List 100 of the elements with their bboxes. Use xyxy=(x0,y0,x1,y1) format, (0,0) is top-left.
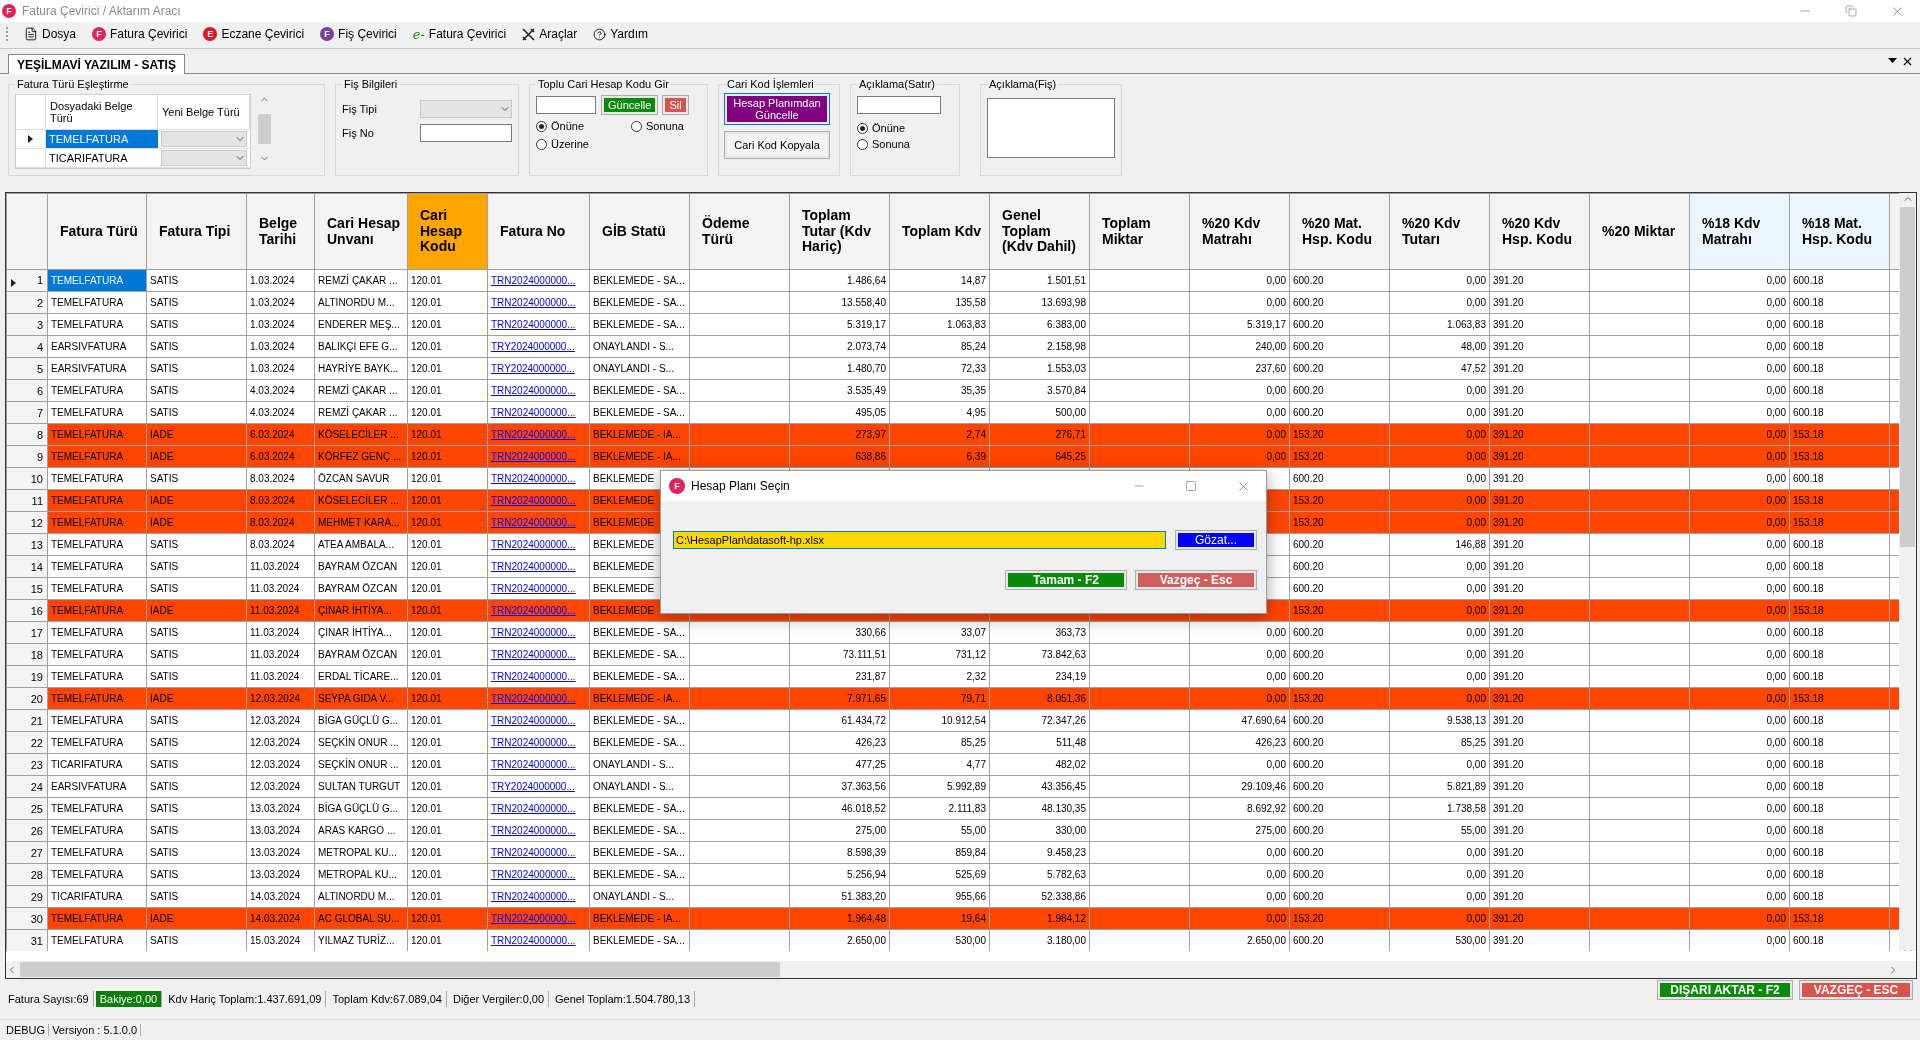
row-header[interactable]: 3 xyxy=(6,313,48,336)
row-number: 24 xyxy=(30,780,43,793)
cancel-button[interactable]: VAZGEÇ - ESC xyxy=(1800,981,1912,999)
delete-button[interactable]: Sil xyxy=(663,96,688,115)
row-header[interactable]: 6 xyxy=(6,379,48,402)
column-header[interactable]: %18 Kdv Matrahı xyxy=(1689,193,1790,270)
text-area[interactable] xyxy=(987,98,1115,158)
column-header[interactable]: Toplam Miktar xyxy=(1089,193,1190,270)
update-button[interactable]: Güncelle xyxy=(602,96,658,115)
row-header[interactable]: 20 xyxy=(6,687,48,710)
table-cell[interactable]: TEMELFATURA xyxy=(46,130,158,149)
row-header[interactable]: 21 xyxy=(6,709,48,732)
ok-button[interactable]: Tamam - F2 xyxy=(1006,571,1126,589)
update-from-plan-button[interactable]: Hesap Planımdan Güncelle xyxy=(725,94,829,125)
menu-item[interactable]: F Fatura Çevirici xyxy=(86,23,194,45)
column-header[interactable]: Fatura No xyxy=(487,193,590,270)
row-header[interactable]: 24 xyxy=(6,775,48,798)
column-header[interactable]: %20 Mat. Hsp. Kodu xyxy=(1289,193,1390,270)
column-header[interactable]: Ödeme Türü xyxy=(689,193,790,270)
radio-button[interactable] xyxy=(857,138,868,150)
row-header[interactable]: 19 xyxy=(6,665,48,688)
menu-item[interactable]: Yardım xyxy=(587,23,654,45)
letter-badge-icon: E xyxy=(203,27,218,41)
row-header[interactable]: 10 xyxy=(6,467,48,490)
row-header[interactable]: 31 xyxy=(6,929,48,951)
menu-item[interactable]: F Fiş Çevirici xyxy=(314,23,403,45)
dropdown-field[interactable] xyxy=(161,131,247,147)
radio-button[interactable] xyxy=(536,138,547,150)
horizontal-scrollbar[interactable] xyxy=(6,961,1916,978)
radio-button[interactable] xyxy=(631,120,642,132)
menu-item[interactable]: Dosya xyxy=(18,23,82,45)
document-tab[interactable]: YEŞİLMAVİ YAZILIM - SATIŞ xyxy=(8,54,185,74)
radio-button[interactable] xyxy=(857,122,868,134)
vertical-scrollbar[interactable] xyxy=(1899,193,1916,951)
menu-item[interactable]: E Eczane Çevirici xyxy=(197,23,311,45)
row-header[interactable]: 16 xyxy=(6,599,48,622)
column-header[interactable]: GİB Statü xyxy=(589,193,690,270)
row-header[interactable]: 8 xyxy=(6,423,48,446)
column-header[interactable]: %20 Kdv Matrahı xyxy=(1189,193,1290,270)
column-header[interactable]: Cari Hesap Unvanı xyxy=(314,193,408,270)
export-button[interactable]: DIŞARI AKTAR - F2 xyxy=(1658,981,1792,999)
input-field[interactable] xyxy=(857,96,941,114)
column-header[interactable]: Cari Hesap Kodu xyxy=(407,193,488,270)
help-icon xyxy=(593,27,607,41)
row-header[interactable]: 7 xyxy=(6,401,48,424)
corner-cell xyxy=(16,95,46,130)
file-path-field[interactable]: C:\HesapPlan\datasoft-hp.xlsx xyxy=(673,531,1166,549)
input-field[interactable] xyxy=(420,124,512,142)
row-header[interactable]: 17 xyxy=(6,621,48,644)
menu-item[interactable]: e- Fatura Çevirici xyxy=(406,23,513,45)
row-header[interactable]: 13 xyxy=(6,533,48,556)
radio-label: Sonuna xyxy=(646,120,684,133)
column-header[interactable]: Belge Tarihi xyxy=(246,193,315,270)
row-header[interactable]: 4 xyxy=(6,335,48,358)
browse-button[interactable]: Gözat... xyxy=(1176,531,1256,549)
dropdown-field[interactable] xyxy=(161,150,247,166)
column-header[interactable]: Fatura Tipi xyxy=(146,193,247,270)
row-number: 25 xyxy=(30,802,43,815)
column-header[interactable]: %20 Kdv Tutarı xyxy=(1389,193,1490,270)
row-number: 27 xyxy=(30,846,43,859)
row-header[interactable]: 11 xyxy=(6,489,48,512)
dropdown-icon[interactable] xyxy=(1888,58,1897,64)
row-header[interactable]: 12 xyxy=(6,511,48,534)
row-number: 21 xyxy=(30,714,43,727)
row-header[interactable]: 25 xyxy=(6,797,48,820)
dropdown-field[interactable] xyxy=(420,100,512,118)
row-header[interactable]: 27 xyxy=(6,841,48,864)
field-label: Fiş No xyxy=(342,127,375,139)
radio-label: Sonuna xyxy=(872,138,910,150)
column-header[interactable]: Fatura Türü xyxy=(47,193,147,270)
column-header[interactable]: Toplam Tutar (Kdv Hariç) xyxy=(789,193,890,270)
row-header[interactable]: 14 xyxy=(6,555,48,578)
column-header[interactable]: Genel Toplam (Kdv Dahil) xyxy=(989,193,1090,270)
table-cell xyxy=(1889,819,1899,842)
row-header[interactable]: 29 xyxy=(6,885,48,908)
column-header[interactable]: Toplam Kdv xyxy=(889,193,990,270)
menu-item[interactable]: Araçlar xyxy=(516,23,584,45)
letter-badge-icon: F xyxy=(92,27,106,41)
row-header[interactable]: 18 xyxy=(6,643,48,666)
cancel-button[interactable]: Vazgeç - Esc xyxy=(1136,571,1256,589)
row-header[interactable]: 9 xyxy=(6,445,48,468)
row-header[interactable]: 30 xyxy=(6,907,48,930)
row-header[interactable]: 26 xyxy=(6,819,48,842)
row-header[interactable]: 15 xyxy=(6,577,48,600)
row-header[interactable]: 23 xyxy=(6,753,48,776)
group-title: Cari Kod İşlemleri xyxy=(726,78,815,90)
row-header[interactable]: 2 xyxy=(6,291,48,314)
column-header[interactable]: %20 Kdv Hsp. Kodu xyxy=(1489,193,1590,270)
row-header[interactable]: 28 xyxy=(6,863,48,886)
row-number: 10 xyxy=(30,472,43,485)
row-header[interactable]: 5 xyxy=(6,357,48,380)
radio-button[interactable] xyxy=(536,120,547,132)
row-header[interactable]: 22 xyxy=(6,731,48,754)
copy-code-button[interactable]: Cari Kod Kopyala xyxy=(725,132,829,159)
row-number: 28 xyxy=(30,868,43,881)
status-item: Kdv Hariç Toplam:1.437.691,09 xyxy=(164,991,327,1007)
column-header[interactable]: %20 Miktar xyxy=(1589,193,1690,270)
row-header[interactable]: 1 xyxy=(6,269,48,292)
column-header[interactable]: %18 Mat. Hsp. Kodu xyxy=(1789,193,1890,270)
input-field[interactable] xyxy=(536,96,596,115)
